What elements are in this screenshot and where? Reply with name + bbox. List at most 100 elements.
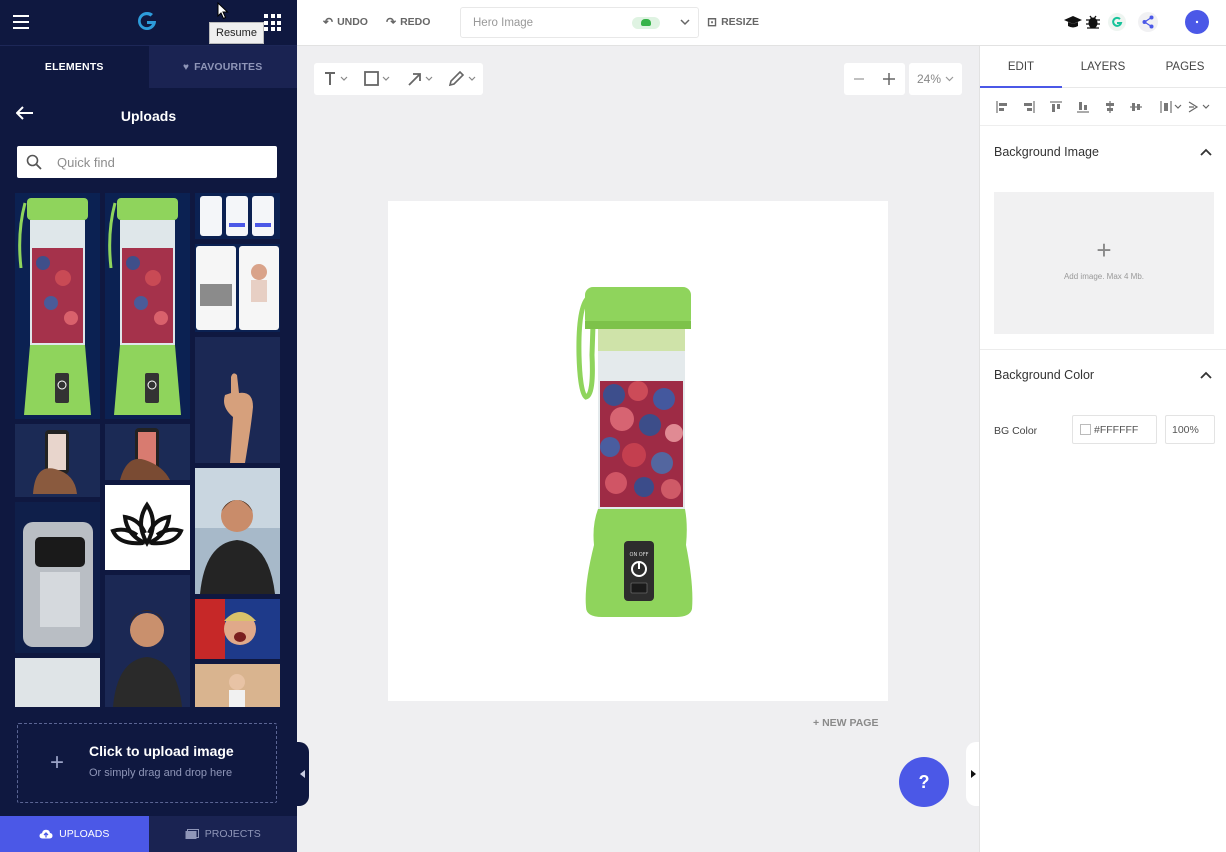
apps-grid-icon[interactable] [264,14,281,31]
tab-favourites[interactable]: ♥ FAVOURITES [148,46,297,88]
tab-favourites-label: FAVOURITES [194,61,263,73]
sidebar-header: Resume [0,0,297,46]
left-sidebar: Resume ELEMENTS ♥ FAVOURITES Uploads Qui… [0,0,297,852]
resize-label: RESIZE [721,16,759,28]
thumbnail-blender-1[interactable] [15,193,100,419]
tab-edit[interactable]: EDIT [980,46,1062,88]
undo-icon: ↶ [323,15,334,29]
cloud-saved-icon [632,17,660,29]
thumbnail-man-portrait[interactable] [105,575,190,707]
blender-image[interactable]: ON OFF [576,285,701,619]
tab-pages[interactable]: PAGES [1144,46,1226,87]
menu-icon[interactable] [13,15,29,29]
insert-tools-group [314,63,483,95]
tab-uploads-label: UPLOADS [59,828,110,840]
thumbnail-app-screens[interactable] [195,193,280,239]
chevron-down-icon[interactable] [680,18,690,26]
distribute-icon[interactable] [1160,101,1184,113]
grammarly-icon[interactable] [1106,11,1128,33]
properties-tabs: EDIT LAYERS PAGES [980,46,1226,88]
section-divider [980,349,1226,350]
color-swatch[interactable] [1080,424,1091,435]
chevron-up-icon[interactable] [1200,371,1212,379]
resize-button[interactable]: ⊡ RESIZE [707,15,759,29]
thumbnail-thumbs-up[interactable] [195,337,280,463]
redo-icon: ↷ [386,15,397,29]
thumbnail-woman-reading[interactable] [195,664,280,707]
zoom-in-icon[interactable] [882,72,896,86]
graduation-cap-icon[interactable] [1062,11,1084,33]
redo-label: REDO [400,16,431,28]
folder-icon [185,828,199,839]
plus-icon: + [1096,235,1112,265]
zoom-out-icon[interactable] [853,73,865,85]
design-page-canvas[interactable]: ON OFF [388,201,888,701]
undo-button[interactable]: ↶ UNDO [323,15,368,29]
document-name: Hero Image [473,17,534,29]
blender-label: ON OFF [630,552,649,558]
properties-panel: EDIT LAYERS PAGES Background Image + Add… [979,46,1226,852]
thumbnail-blender-2[interactable] [105,193,190,419]
bg-image-hint: Add image. Max 4 Mb. [1063,272,1145,281]
top-toolbar: ↶ UNDO ↷ REDO Hero Image ⊡ RESIZE [297,0,1226,46]
alignment-toolbar [980,88,1226,126]
search-box[interactable] [17,146,277,178]
bg-opacity-input[interactable]: 100% [1165,415,1215,444]
text-tool[interactable] [324,71,350,92]
bg-color-value: #FFFFFF [1094,424,1139,436]
align-center-horizontal-icon[interactable] [1104,101,1116,113]
redo-button[interactable]: ↷ REDO [386,15,430,29]
align-center-vertical-icon[interactable] [1130,101,1142,113]
sidebar-bottom-tabs: UPLOADS PROJECTS [0,816,297,852]
thumbnail-phone-hand-2[interactable] [105,424,190,480]
uploads-grid [15,193,280,707]
new-page-button[interactable]: + NEW PAGE [813,717,878,729]
thumbnail-smiling-man[interactable] [195,468,280,594]
plus-icon: + [50,749,65,776]
chevron-down-icon [945,76,954,82]
align-right-icon[interactable] [1023,101,1035,113]
collapse-right-panel-handle[interactable] [966,742,979,806]
align-left-icon[interactable] [996,101,1008,113]
thumbnail-partial-1[interactable] [15,658,100,707]
square-shape-icon [364,71,390,86]
thumbnail-excited-man[interactable] [195,599,280,659]
upload-dropzone[interactable]: + Click to upload image Or simply drag a… [17,723,277,803]
thumbnail-fashion-screens[interactable] [195,244,280,332]
tab-layers[interactable]: LAYERS [1062,46,1144,87]
zoom-level-select[interactable]: 24% [909,63,962,95]
app-logo[interactable] [136,10,158,32]
document-name-field[interactable]: Hero Image [460,7,699,38]
resume-tooltip: Resume [209,22,264,44]
text-align-icon[interactable] [1188,101,1214,113]
plus-icon: + [813,717,823,729]
align-bottom-icon[interactable] [1077,101,1089,113]
search-icon [26,154,42,170]
uploads-header: Uploads [0,88,297,144]
thumbnail-phone-hand-1[interactable] [15,424,100,497]
arrow-tool[interactable] [407,71,435,92]
bg-image-dropzone[interactable]: + Add image. Max 4 Mb. [994,192,1214,334]
share-icon[interactable] [1137,11,1159,33]
draw-tool[interactable] [448,70,478,92]
thumbnail-juicer[interactable] [15,502,100,653]
sidebar-tabs: ELEMENTS ♥ FAVOURITES [0,46,297,88]
text-tool-icon [325,72,348,85]
thumbnail-lotus-icon[interactable] [105,485,190,570]
help-button[interactable]: ? [899,757,949,807]
chevron-up-icon[interactable] [1200,148,1212,156]
new-page-label: NEW PAGE [822,717,879,729]
bg-color-input[interactable]: #FFFFFF [1072,415,1157,444]
resize-icon: ⊡ [707,15,718,29]
tab-projects[interactable]: PROJECTS [148,816,297,852]
upload-subtitle: Or simply drag and drop here [89,767,233,779]
shape-tool[interactable] [364,71,392,92]
tab-uploads[interactable]: UPLOADS [0,816,149,852]
search-input[interactable] [57,146,267,178]
bug-icon[interactable] [1082,11,1104,33]
user-avatar[interactable] [1185,10,1209,34]
align-top-icon[interactable] [1050,101,1062,113]
tab-elements[interactable]: ELEMENTS [0,46,149,88]
collapse-left-panel-handle[interactable] [297,742,309,806]
bg-color-section-title: Background Color [994,368,1095,382]
